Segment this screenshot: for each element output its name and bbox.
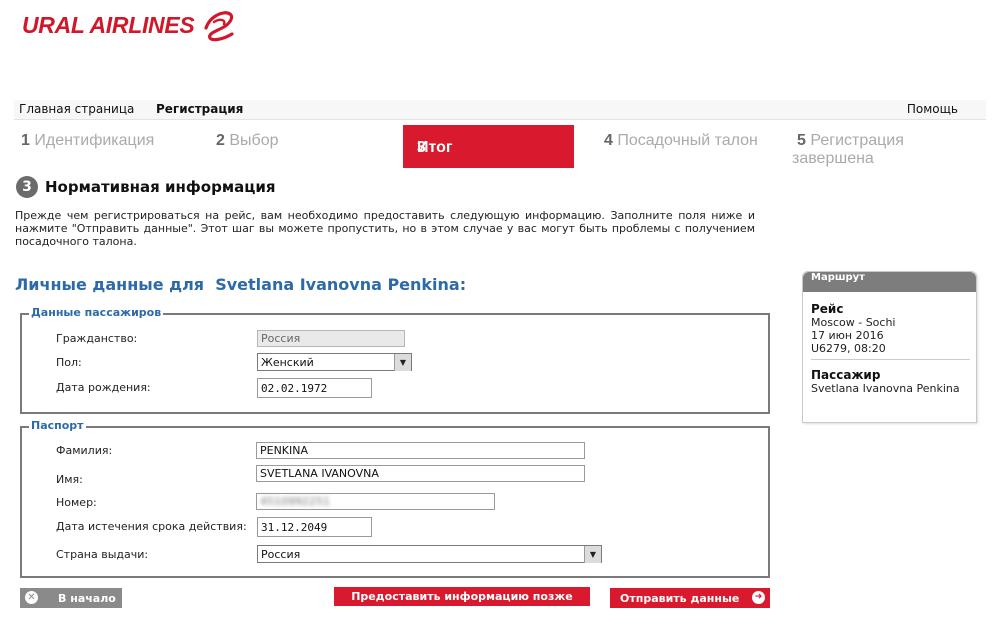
top-nav: Главная страница Регистрация Помощь [14, 100, 986, 120]
first-name-field[interactable] [256, 465, 585, 482]
provide-later-button[interactable]: Предоставить информацию позже [334, 587, 590, 606]
gender-select[interactable]: Женский ▼ [257, 353, 412, 371]
flight-info: Рейс Moscow - Sochi 17 июн 2016 U6279, 0… [811, 302, 895, 355]
brand-logo[interactable]: URAL AIRLINES [22, 8, 238, 42]
intro-text: Прежде чем регистрироваться на рейс, вам… [15, 209, 755, 248]
passenger-name: Svetlana Ivanovna Penkina [811, 382, 960, 395]
step-number: 2 [216, 132, 225, 149]
step-label: Идентификация [34, 132, 155, 149]
citizenship-field [257, 330, 405, 347]
step-5: 5 Регистрация завершена [792, 132, 932, 168]
close-circle-icon: ✕ [25, 591, 38, 604]
send-data-button[interactable]: Отправить данные ➜ [610, 588, 770, 608]
back-to-start-button[interactable]: ✕ В начало [20, 588, 122, 608]
personal-data-title: Личные данные для Svetlana Ivanovna Penk… [15, 275, 466, 294]
passenger-info: Пассажир Svetlana Ivanovna Penkina [811, 368, 960, 395]
send-button-label: Отправить данные [620, 592, 740, 605]
step-3-active: 3 Итог [403, 125, 574, 168]
passenger-data-legend: Данные пассажиров [29, 306, 164, 319]
passenger-title: Пассажир [811, 368, 881, 382]
back-button-label: В начало [58, 592, 116, 605]
issuing-country-select[interactable]: Россия ▼ [257, 545, 602, 563]
personal-title-prefix: Личные данные для [15, 275, 205, 294]
step-4: 4 Посадочный талон [604, 132, 758, 150]
issuing-country-label: Страна выдачи: [56, 548, 149, 561]
passport-number-label: Номер: [56, 496, 97, 509]
expiry-date-label: Дата истечения срока действия: [56, 520, 247, 533]
flight-route: Moscow - Sochi [811, 316, 896, 329]
passport-number-field[interactable]: 4510992251 [256, 493, 495, 510]
dob-label: Дата рождения: [56, 381, 151, 394]
passenger-full-name: Svetlana Ivanovna Penkina: [215, 275, 467, 294]
step-label: Посадочный талон [617, 132, 758, 149]
step-1: 1 Идентификация [21, 132, 154, 150]
route-divider [811, 359, 970, 360]
gender-label: Пол: [56, 356, 82, 369]
nav-registration-link[interactable]: Регистрация [156, 102, 243, 116]
route-panel: Маршрут Рейс Moscow - Sochi 17 июн 2016 … [802, 271, 977, 423]
ural-airlines-logo-icon [204, 11, 235, 42]
nav-help-link[interactable]: Помощь [907, 102, 958, 116]
brand-name: URAL AIRLINES [22, 11, 195, 38]
step-label: Выбор [229, 132, 279, 149]
step-label: Регистрация завершена [792, 132, 904, 167]
step-label: Итог [417, 139, 453, 156]
gender-select-value: Женский [261, 356, 314, 369]
section-number-badge: 3 [16, 176, 38, 198]
route-panel-header: Маршрут [803, 272, 976, 292]
step-number: 5 [797, 132, 806, 149]
passport-legend: Паспорт [29, 419, 86, 432]
surname-field[interactable] [256, 442, 585, 459]
chevron-down-icon[interactable]: ▼ [584, 546, 601, 563]
first-name-label: Имя: [56, 473, 83, 486]
step-number: 1 [21, 132, 30, 149]
section-title: Нормативная информация [45, 178, 276, 196]
chevron-down-icon[interactable]: ▼ [394, 354, 411, 371]
issuing-country-value: Россия [261, 548, 301, 561]
step-2: 2 Выбор [216, 132, 279, 150]
citizenship-label: Гражданство: [56, 332, 138, 345]
step-number: 4 [604, 132, 613, 149]
flight-date: 17 июн 2016 [811, 329, 884, 342]
expiry-date-field[interactable] [257, 517, 372, 537]
flight-code-time: U6279, 08:20 [811, 342, 886, 355]
flight-title: Рейс [811, 302, 844, 316]
dob-field[interactable] [257, 378, 372, 398]
passport-number-value: 4510992251 [260, 495, 330, 508]
surname-label: Фамилия: [56, 444, 113, 457]
arrow-right-circle-icon: ➜ [752, 591, 765, 604]
nav-home-link[interactable]: Главная страница [19, 102, 134, 116]
